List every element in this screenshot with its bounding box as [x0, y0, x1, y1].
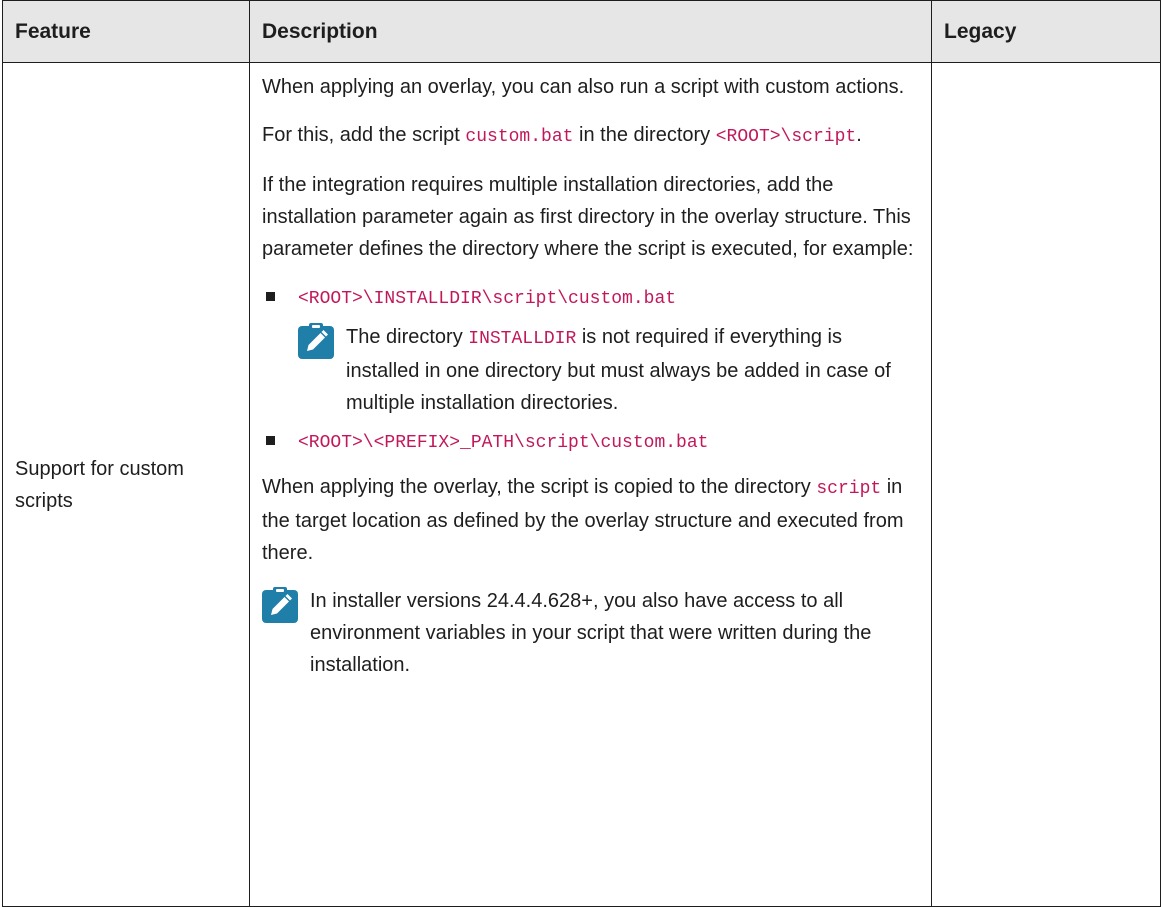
- text: .: [856, 124, 862, 146]
- code-custom-bat: custom.bat: [465, 127, 574, 147]
- square-bullet-icon: [266, 292, 275, 301]
- code-prefix-path: <ROOT>\<PREFIX>_PATH\script\custom.bat: [298, 433, 709, 453]
- paragraph-copy-execute: When applying the overlay, the script is…: [262, 471, 919, 569]
- feature-table: Feature Description Legacy Support for c…: [2, 0, 1161, 907]
- text: in the directory: [573, 124, 716, 146]
- text: When applying the overlay, the script is…: [262, 476, 817, 498]
- feature-cell: Support for custom scripts: [2, 62, 250, 907]
- table-header-row: Feature Description Legacy: [2, 0, 1161, 63]
- header-feature: Feature: [2, 0, 250, 63]
- code-installdir-path: <ROOT>\INSTALLDIR\script\custom.bat: [298, 289, 677, 309]
- paragraph-intro: When applying an overlay, you can also r…: [262, 76, 905, 98]
- note-text: In installer versions 24.4.4.628+, you a…: [310, 590, 872, 676]
- header-description: Description: [249, 0, 932, 63]
- note-pencil-icon: [262, 587, 298, 623]
- square-bullet-icon: [266, 436, 275, 445]
- description-cell: When applying an overlay, you can also r…: [249, 62, 932, 907]
- note-env-variables: In installer versions 24.4.4.628+, you a…: [262, 585, 919, 681]
- path-example-list: <ROOT>\INSTALLDIR\script\custom.bat The …: [262, 281, 919, 459]
- table-row: Support for custom scripts When applying…: [2, 62, 1161, 907]
- list-item: <ROOT>\<PREFIX>_PATH\script\custom.bat: [262, 425, 919, 459]
- code-root-script: <ROOT>\script: [715, 127, 857, 147]
- paragraph-multiple-dirs: If the integration requires multiple ins…: [262, 174, 914, 260]
- note-installdir: The directory INSTALLDIR is not required…: [298, 321, 919, 419]
- note-text: The directory INSTALLDIR is not required…: [346, 321, 919, 419]
- text: For this, add the script: [262, 124, 466, 146]
- text: The directory: [346, 326, 469, 348]
- paragraph-add-script: For this, add the script custom.bat in t…: [262, 119, 919, 153]
- code-script: script: [816, 479, 882, 499]
- note-pencil-icon: [298, 323, 334, 359]
- list-item: <ROOT>\INSTALLDIR\script\custom.bat The …: [262, 281, 919, 419]
- legacy-cell: [931, 62, 1161, 907]
- code-installdir: INSTALLDIR: [468, 329, 577, 349]
- header-legacy: Legacy: [931, 0, 1161, 63]
